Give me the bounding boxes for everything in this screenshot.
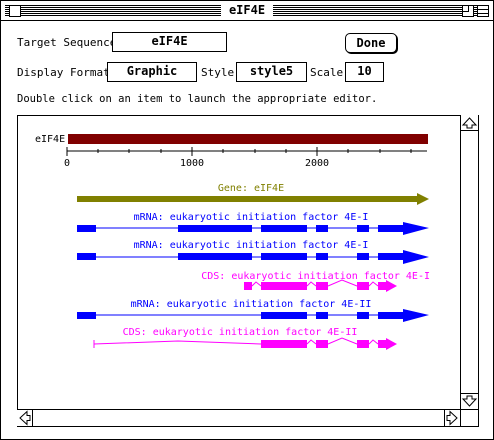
mrna-feature[interactable] bbox=[77, 309, 429, 322]
title-bar[interactable]: eIF4E bbox=[1, 1, 493, 21]
sequence-name-label: eIF4E bbox=[35, 134, 65, 145]
ruler-tick-label: 1000 bbox=[180, 158, 204, 169]
display-format-popup[interactable]: Graphic bbox=[107, 62, 197, 82]
mrna-feature[interactable] bbox=[77, 222, 429, 235]
window-title: eIF4E bbox=[221, 3, 273, 18]
vertical-scrollbar[interactable] bbox=[460, 115, 478, 409]
scroll-down-arrow-icon[interactable] bbox=[461, 395, 478, 407]
close-box-icon[interactable] bbox=[9, 5, 21, 17]
mrna-label: mRNA: eukaryotic initiation factor 4E-I bbox=[134, 240, 369, 251]
mrna-feature[interactable] bbox=[77, 250, 429, 264]
mrna-label: mRNA: eukaryotic initiation factor 4E-I bbox=[134, 212, 369, 223]
gene-feature[interactable] bbox=[77, 193, 429, 205]
ruler-tick-label: 2000 bbox=[305, 158, 329, 169]
sequence-bar[interactable] bbox=[68, 134, 428, 144]
gene-label: Gene: eIF4E bbox=[218, 183, 284, 194]
sequence-map: eIF4E 0 1000 2000 Gene: eIF4E mRNA: euka… bbox=[35, 134, 430, 350]
done-button[interactable]: Done bbox=[345, 33, 397, 53]
scrollbar-corner bbox=[460, 409, 478, 426]
scale-label: Scale bbox=[310, 66, 344, 79]
graphic-map-panel: eIF4E 0 1000 2000 Gene: eIF4E mRNA: euka… bbox=[17, 115, 479, 427]
instructions-text: Double click on an item to launch the ap… bbox=[17, 93, 378, 105]
horizontal-scrollbar[interactable] bbox=[17, 409, 460, 426]
scale-popup[interactable]: 10 bbox=[345, 62, 384, 82]
style-popup[interactable]: style5 bbox=[236, 62, 307, 82]
scroll-up-arrow-icon[interactable] bbox=[461, 117, 478, 129]
cds-feature[interactable] bbox=[93, 337, 397, 350]
zoom-box-icon[interactable] bbox=[462, 5, 474, 17]
collapse-box-icon[interactable] bbox=[477, 5, 489, 17]
display-format-label: Display Format bbox=[17, 66, 110, 79]
horizontal-scrollbar-graphics bbox=[19, 410, 458, 426]
cds-label: CDS: eukaryotic initiation factor 4E-II bbox=[123, 327, 358, 338]
scroll-right-arrow-icon[interactable] bbox=[446, 410, 458, 426]
target-sequence-label: Target Sequence bbox=[17, 36, 117, 49]
mrna-label: mRNA: eukaryotic initiation factor 4E-II bbox=[131, 299, 372, 310]
scroll-left-arrow-icon[interactable] bbox=[19, 410, 31, 426]
cds-label: CDS: eukaryotic initiation factor 4E-I bbox=[201, 271, 430, 282]
style-label: Style bbox=[201, 66, 235, 79]
ruler bbox=[66, 147, 427, 156]
vertical-scrollbar-graphics bbox=[461, 117, 478, 407]
sequin-window: eIF4E Target Sequence eIF4E Done Display… bbox=[0, 0, 494, 440]
target-sequence-field[interactable]: eIF4E bbox=[112, 32, 227, 52]
ruler-tick-label: 0 bbox=[64, 158, 70, 169]
